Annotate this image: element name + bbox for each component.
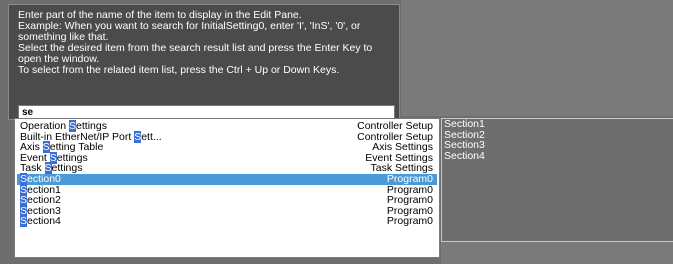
result-item-category: Program0 bbox=[386, 172, 433, 185]
search-result-row[interactable]: Section3 Program0 bbox=[17, 204, 437, 217]
result-item-name: Section4 bbox=[20, 215, 61, 228]
search-help-panel: Enter part of the name of the item to di… bbox=[8, 4, 400, 120]
search-result-row[interactable]: Section4 Program0 bbox=[17, 215, 437, 228]
top-right-area bbox=[401, 0, 673, 116]
search-result-row[interactable]: Section1 Program0 bbox=[17, 183, 437, 196]
result-name-suffix: ection4 bbox=[27, 215, 61, 228]
result-item-category: Program0 bbox=[386, 215, 433, 228]
result-item-category: Controller Setup bbox=[357, 120, 433, 132]
bottom-right-area bbox=[441, 242, 673, 264]
related-item[interactable]: Section1 bbox=[442, 119, 673, 130]
related-items: Section1 Section2 Section3 Section4 bbox=[442, 119, 673, 161]
related-item[interactable]: Section4 bbox=[442, 151, 673, 162]
help-text: Enter part of the name of the item to di… bbox=[18, 9, 373, 76]
search-result-row[interactable]: Section0 Program0 bbox=[17, 172, 437, 185]
result-name-suffix: ett... bbox=[141, 130, 162, 143]
search-result-row[interactable]: Section2 Program0 bbox=[17, 194, 437, 207]
result-name-match: S bbox=[20, 215, 28, 228]
search-result-list[interactable]: Operation Settings Controller Setup Built-… bbox=[14, 118, 440, 258]
related-item-list[interactable]: Section1 Section2 Section3 Section4 bbox=[441, 118, 673, 242]
search-result-row[interactable]: Task Settings Task Settings bbox=[17, 162, 437, 175]
search-input[interactable] bbox=[18, 105, 395, 119]
search-result-items: Operation Settings Controller Setup Built-… bbox=[17, 120, 437, 228]
